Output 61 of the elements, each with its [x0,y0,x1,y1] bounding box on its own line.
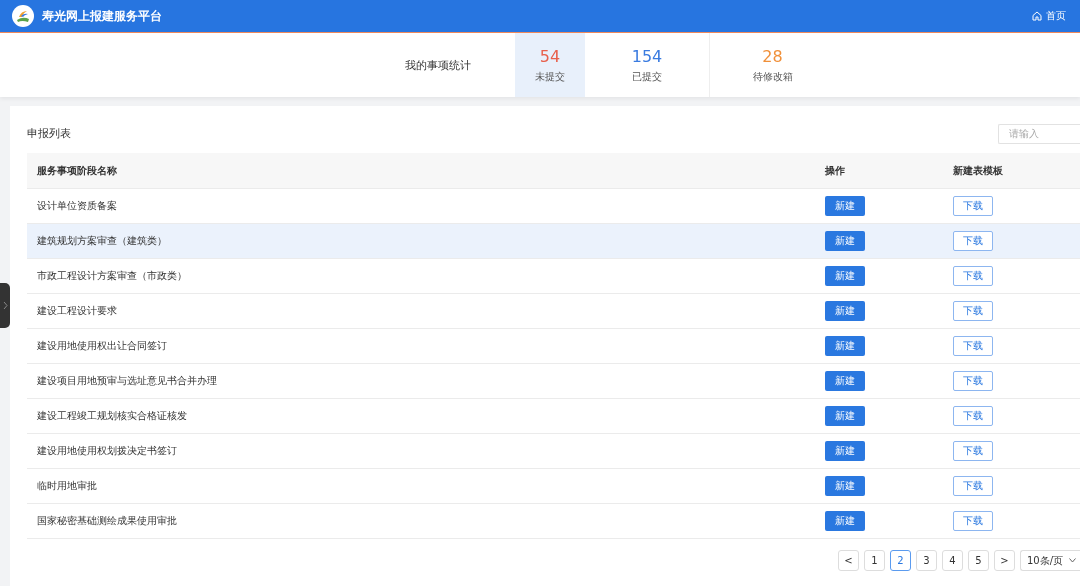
column-header: 操作 [824,163,846,178]
download-button[interactable]: 下载 [953,231,993,251]
page-button[interactable]: 2 [890,550,911,571]
page-button[interactable]: 1 [864,550,885,571]
download-button[interactable]: 下载 [953,406,993,426]
download-button[interactable]: 下载 [953,476,993,496]
page-button[interactable]: 3 [916,550,937,571]
home-icon [1032,11,1042,21]
stat-tab[interactable]: 154 已提交 [585,33,710,97]
table-cell-text: 建筑规划方案审查（建筑类） [36,234,168,248]
new-button[interactable]: 新建 [825,301,865,321]
download-button[interactable]: 下载 [953,301,993,321]
stat-tab[interactable]: 54 未提交 [515,33,585,97]
page-button[interactable]: 4 [942,550,963,571]
stats-label: 我的事项统计 [405,57,472,73]
logo-icon [12,5,34,27]
new-button[interactable]: 新建 [825,231,865,251]
new-button[interactable]: 新建 [825,476,865,496]
new-button[interactable]: 新建 [825,371,865,391]
new-button[interactable]: 新建 [825,196,865,216]
home-link[interactable]: 首页 [1032,9,1066,23]
caret-icon [1069,558,1076,563]
stat-count: 28 [762,46,783,66]
column-header: 新建表模板 [952,163,1004,178]
page-size-select[interactable]: 10条/页 [1020,550,1080,571]
list-title: 申报列表 [27,126,71,141]
prev-page-button[interactable]: < [838,550,859,571]
page-button[interactable]: 5 [968,550,989,571]
table-cell-text: 建设工程竣工规划核实合格证核发 [36,409,188,423]
download-button[interactable]: 下载 [953,196,993,216]
download-button[interactable]: 下载 [953,371,993,391]
table-cell-text: 市政工程设计方案审查（市政类） [36,269,188,283]
new-button[interactable]: 新建 [825,266,865,286]
table-cell-text: 设计单位资质备案 [36,199,118,213]
download-button[interactable]: 下载 [953,511,993,531]
stat-count: 154 [631,46,663,66]
next-page-button[interactable]: > [994,550,1015,571]
table-cell-text: 建设用地使用权划拨决定书签订 [36,444,178,458]
table-cell-text: 建设用地使用权出让合同签订 [36,339,168,353]
chevron-icon [2,301,8,310]
new-button[interactable]: 新建 [825,406,865,426]
download-button[interactable]: 下载 [953,266,993,286]
sidebar-toggle[interactable] [0,283,10,328]
table-cell-text: 建设工程设计要求 [36,304,118,318]
table-row[interactable]: 建筑规划方案审查（建筑类） 新建 下载 [27,224,1080,259]
stat-label: 未提交 [535,69,565,84]
stat-tab[interactable]: 28 待修改箱 [710,33,835,97]
new-button[interactable]: 新建 [825,336,865,356]
download-button[interactable]: 下载 [953,336,993,356]
stat-label: 已提交 [632,69,662,84]
table-cell-text: 建设项目用地预审与选址意见书合并办理 [36,374,218,388]
platform-title: 寿光网上报建服务平台 [42,7,163,25]
stat-count: 54 [539,46,561,66]
download-button[interactable]: 下载 [953,441,993,461]
search-field[interactable]: 请输入 [998,123,1080,144]
new-button[interactable]: 新建 [825,441,865,461]
table-cell-text: 国家秘密基础测绘成果使用审批 [36,514,178,528]
new-button[interactable]: 新建 [825,511,865,531]
column-header: 服务事项阶段名称 [36,163,118,178]
table-cell-text: 临时用地审批 [36,479,98,493]
stat-label: 待修改箱 [752,69,793,84]
